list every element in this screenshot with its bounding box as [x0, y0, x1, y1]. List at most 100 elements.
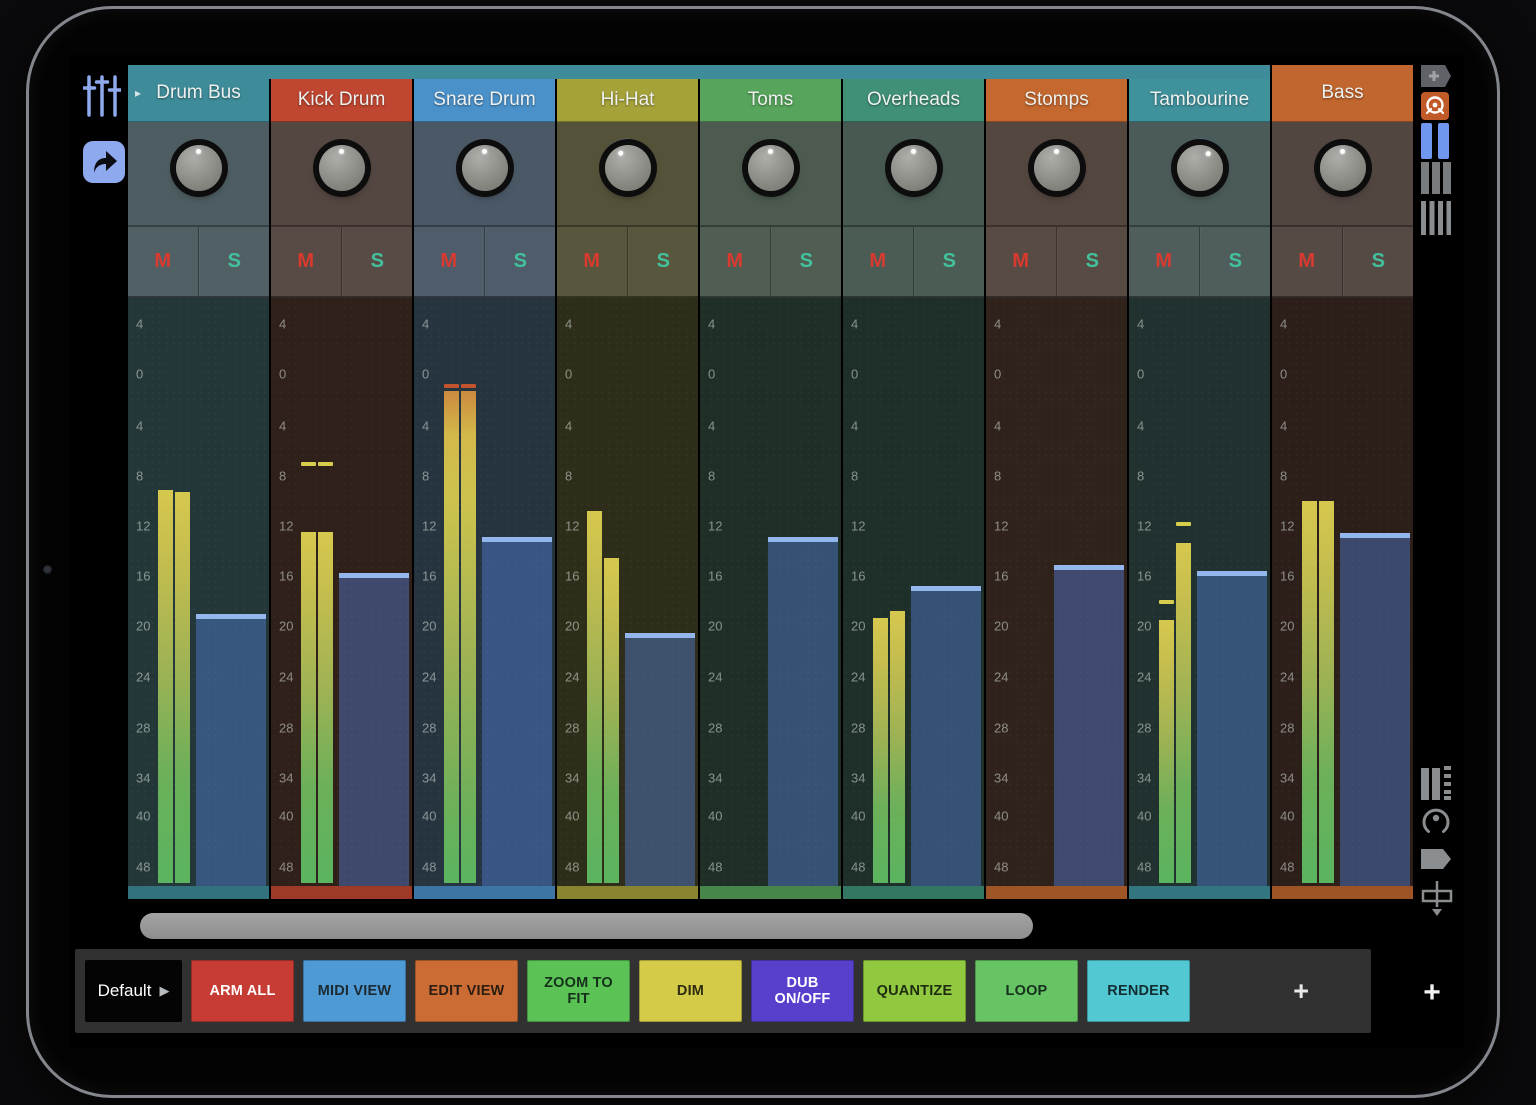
solo-button[interactable]: S [1057, 227, 1128, 296]
channel-header-button[interactable]: Stomps [986, 79, 1127, 122]
channel-strips-icon[interactable] [1421, 766, 1451, 805]
fader-cap [1340, 533, 1410, 538]
solo-button[interactable]: S [199, 227, 270, 296]
mute-button[interactable]: M [414, 227, 485, 296]
channel-color-strip [700, 886, 841, 899]
db-scale-label: 12 [279, 519, 293, 534]
volume-fader[interactable] [196, 614, 266, 886]
mixer-sliders-icon[interactable] [83, 75, 121, 122]
channel-header-button[interactable]: ▸ Drum Bus [128, 65, 269, 122]
meter-area: 40481216202428344048 [1272, 298, 1413, 886]
knob-cap [748, 145, 794, 191]
solo-button[interactable]: S [914, 227, 985, 296]
volume-fader[interactable] [768, 537, 838, 886]
pan-knob[interactable] [1314, 139, 1372, 197]
mute-button[interactable]: M [128, 227, 199, 296]
channel-color-strip [843, 886, 984, 899]
channel-name: Drum Bus [156, 82, 240, 104]
volume-fader[interactable] [911, 586, 981, 886]
volume-fader[interactable] [625, 633, 695, 886]
volume-fader[interactable] [339, 573, 409, 886]
toolbar-button-midi-view[interactable]: MIDI VIEW [303, 960, 406, 1022]
mixer-channel: Snare Drum M S 404812162024 [414, 65, 555, 899]
mute-button[interactable]: M [986, 227, 1057, 296]
meter-bar-left [873, 618, 888, 883]
channel-header-button[interactable]: Kick Drum [271, 79, 412, 122]
mute-button[interactable]: M [1129, 227, 1200, 296]
toolbar-button-arm-all[interactable]: ARM ALL [191, 960, 294, 1022]
pan-knob[interactable] [742, 139, 800, 197]
volume-fader[interactable] [482, 537, 552, 886]
toolbar-button-dim[interactable]: DIM [639, 960, 742, 1022]
db-scale-label: 4 [1137, 419, 1144, 434]
share-button[interactable] [83, 141, 125, 183]
volume-fader[interactable] [1054, 565, 1124, 886]
pan-knob[interactable] [456, 139, 514, 197]
channel-header-button[interactable]: Toms [700, 79, 841, 122]
pan-knob[interactable] [170, 139, 228, 197]
toolbar-button-edit-view[interactable]: EDIT VIEW [415, 960, 518, 1022]
record-instrument-icon[interactable] [1421, 92, 1449, 125]
mute-button[interactable]: M [700, 227, 771, 296]
pan-knob[interactable] [1028, 139, 1086, 197]
db-scale-label: 24 [422, 670, 436, 685]
mixer-4bars-icon[interactable] [1421, 201, 1451, 240]
knob-icon[interactable] [1421, 807, 1451, 842]
fader-cap [625, 633, 695, 638]
pause-icon[interactable] [1421, 123, 1449, 164]
channel-header-button[interactable]: Bass [1272, 65, 1413, 122]
db-scale-label: 4 [1137, 316, 1144, 331]
fader-cap [196, 614, 266, 619]
toolbar-button-zoom-to-fit[interactable]: ZOOM TO FIT [527, 960, 630, 1022]
toolbar-button-loop[interactable]: LOOP [975, 960, 1078, 1022]
channel-header-button[interactable]: Snare Drum [414, 79, 555, 122]
solo-button[interactable]: S [485, 227, 556, 296]
pan-knob[interactable] [885, 139, 943, 197]
insert-fader-icon[interactable] [1421, 881, 1453, 922]
db-scale-label: 24 [565, 670, 579, 685]
mixer-channel: Toms M S 404812162024283440 [700, 65, 841, 899]
db-scale-label: 28 [1280, 720, 1294, 735]
db-scale-label: 4 [279, 419, 286, 434]
db-scale-label: 16 [1280, 569, 1294, 584]
db-scale-label: 8 [994, 469, 1001, 484]
pan-knob[interactable] [313, 139, 371, 197]
db-scale-label: 4 [851, 419, 858, 434]
camera-dot [43, 565, 52, 574]
channel-header-button[interactable]: Tambourine [1129, 79, 1270, 122]
flag-icon[interactable] [1421, 849, 1451, 874]
horizontal-scrollbar[interactable] [140, 913, 1033, 939]
pan-knob[interactable] [599, 139, 657, 197]
disclosure-arrow-icon[interactable]: ▸ [135, 86, 141, 100]
solo-button[interactable]: S [1200, 227, 1271, 296]
db-scale-label: 48 [851, 860, 865, 875]
toolbar-button-render[interactable]: RENDER [1087, 960, 1190, 1022]
solo-button[interactable]: S [771, 227, 842, 296]
solo-button[interactable]: S [1343, 227, 1414, 296]
pan-knob[interactable] [1171, 139, 1229, 197]
add-toolbar-button[interactable]: + [1410, 971, 1454, 1015]
mute-button[interactable]: M [271, 227, 342, 296]
add-flag-icon[interactable] [1421, 65, 1451, 92]
toolbar-button-dub-on-off[interactable]: DUB ON/OFF [751, 960, 854, 1022]
channel-header-button[interactable]: Overheads [843, 79, 984, 122]
mute-button[interactable]: M [1272, 227, 1343, 296]
toolbar-add-button[interactable]: + [1293, 976, 1361, 1007]
meter-bar-right [890, 611, 905, 883]
solo-button[interactable]: S [342, 227, 413, 296]
mute-button[interactable]: M [843, 227, 914, 296]
db-scale-label: 48 [1280, 860, 1294, 875]
toolbar-button-quantize[interactable]: QUANTIZE [863, 960, 966, 1022]
db-scale-label: 0 [422, 366, 429, 381]
channel-header-button[interactable]: Hi-Hat [557, 79, 698, 122]
fader-cap [911, 586, 981, 591]
mute-button[interactable]: M [557, 227, 628, 296]
volume-fader[interactable] [1340, 533, 1410, 886]
db-scale-label: 28 [422, 720, 436, 735]
db-scale-label: 28 [565, 720, 579, 735]
pan-section [1272, 122, 1413, 225]
volume-fader[interactable] [1197, 571, 1267, 886]
mixer-3bars-icon[interactable] [1421, 162, 1451, 199]
preset-button[interactable]: Default ▶ [85, 960, 182, 1022]
solo-button[interactable]: S [628, 227, 699, 296]
